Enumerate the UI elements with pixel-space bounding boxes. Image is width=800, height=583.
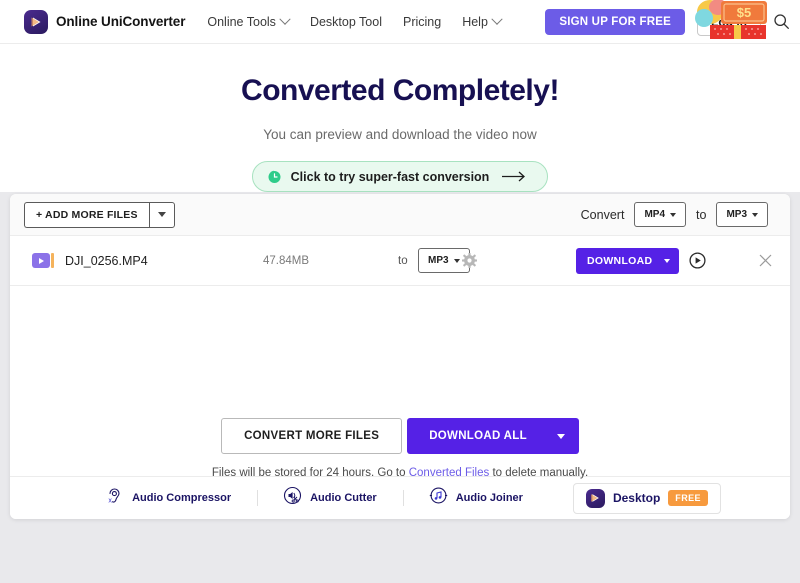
storage-note-prefix: Files will be stored for 24 hours. Go to bbox=[211, 467, 409, 479]
target-format-value: MP3 bbox=[726, 209, 747, 220]
convert-label: Convert bbox=[580, 207, 625, 222]
svg-text:x: x bbox=[108, 497, 112, 504]
video-thumbnail-icon bbox=[32, 253, 54, 268]
conversion-card: + ADD MORE FILES Convert MP4 to MP3 DJI_… bbox=[10, 194, 790, 519]
download-all-button[interactable]: DOWNLOAD ALL bbox=[407, 418, 579, 454]
nav-label: Desktop Tool bbox=[309, 14, 382, 29]
site-header: Online UniConverter Online Tools Desktop… bbox=[0, 0, 800, 44]
desktop-app-logo-icon bbox=[585, 488, 605, 508]
converted-files-link[interactable]: Converted Files bbox=[409, 467, 490, 479]
row-to-label: to bbox=[398, 254, 408, 267]
chevron-down-icon bbox=[453, 258, 460, 263]
desktop-label: Desktop bbox=[612, 491, 661, 505]
desktop-app-promo[interactable]: Desktop FREE bbox=[572, 482, 721, 514]
clock-icon bbox=[267, 169, 282, 184]
play-circle-icon[interactable] bbox=[689, 252, 706, 269]
free-badge: FREE bbox=[668, 490, 708, 506]
tool-label: Audio Joiner bbox=[455, 492, 523, 504]
search-icon[interactable] bbox=[773, 13, 790, 30]
file-size: 47.84MB bbox=[263, 254, 310, 267]
nav-label: Help bbox=[462, 14, 488, 29]
nav-item-pricing[interactable]: Pricing bbox=[403, 15, 441, 29]
chevron-down-icon bbox=[157, 212, 166, 217]
arrow-right-icon bbox=[502, 171, 528, 182]
download-all-label: DOWNLOAD ALL bbox=[429, 430, 527, 442]
svg-text:$5: $5 bbox=[737, 5, 751, 20]
to-label: to bbox=[696, 207, 707, 222]
chevron-down-icon bbox=[670, 212, 676, 217]
speaker-scissors-icon bbox=[283, 486, 302, 510]
chevron-down-icon bbox=[752, 212, 758, 217]
tool-label: Audio Cutter bbox=[310, 492, 377, 504]
target-format-select[interactable]: MP3 bbox=[716, 202, 768, 227]
add-files-dropdown-button[interactable] bbox=[148, 201, 175, 228]
fast-conversion-label: Click to try super-fast conversion bbox=[290, 169, 490, 184]
download-label: DOWNLOAD bbox=[587, 254, 653, 267]
convert-more-files-button[interactable]: CONVERT MORE FILES bbox=[221, 418, 403, 454]
chevron-down-icon bbox=[664, 258, 671, 263]
table-row: DJI_0256.MP4 47.84MB to MP3 DOWNLOAD bbox=[10, 236, 790, 286]
row-output-format-value: MP3 bbox=[428, 255, 449, 266]
download-button[interactable]: DOWNLOAD bbox=[576, 247, 680, 274]
card-toolbar: + ADD MORE FILES Convert MP4 to MP3 bbox=[10, 194, 790, 236]
storage-note-suffix: to delete manually. bbox=[489, 467, 589, 479]
add-more-files-button[interactable]: + ADD MORE FILES bbox=[24, 201, 149, 228]
nav-item-help[interactable]: Help bbox=[462, 13, 503, 29]
nav-label: Online Tools bbox=[207, 14, 276, 29]
source-format-value: MP4 bbox=[644, 209, 665, 220]
promo-gift-banner[interactable]: $5 bbox=[694, 0, 772, 40]
card-body: CONVERT MORE FILES DOWNLOAD ALL Files wi… bbox=[10, 286, 790, 479]
app-logo-icon bbox=[24, 9, 48, 34]
chevron-down-icon bbox=[556, 433, 565, 439]
tool-audio-compressor[interactable]: x Audio Compressor bbox=[79, 486, 257, 510]
chevron-down-icon bbox=[491, 13, 503, 25]
music-note-circle-icon bbox=[429, 486, 448, 510]
signup-button[interactable]: SIGN UP FOR FREE bbox=[545, 8, 685, 35]
hero-section: Converted Completely! You can preview an… bbox=[0, 44, 800, 192]
main-nav: Online Tools Desktop Tool Pricing Help bbox=[207, 13, 503, 29]
play-icon bbox=[39, 257, 44, 264]
footer-tools: x Audio Compressor Audio Cutter Audio Jo… bbox=[10, 476, 790, 519]
page-subtitle: You can preview and download the video n… bbox=[263, 127, 537, 142]
gear-icon[interactable] bbox=[462, 253, 477, 268]
nav-item-desktop-tool[interactable]: Desktop Tool bbox=[310, 15, 382, 29]
row-download-group: DOWNLOAD bbox=[576, 247, 706, 274]
brand-name: Online UniConverter bbox=[56, 14, 186, 29]
ear-compressor-icon: x bbox=[105, 486, 124, 510]
tool-audio-cutter[interactable]: Audio Cutter bbox=[257, 486, 403, 510]
tool-audio-joiner[interactable]: Audio Joiner bbox=[403, 486, 549, 510]
nav-label: Pricing bbox=[402, 14, 442, 29]
fast-conversion-banner[interactable]: Click to try super-fast conversion bbox=[251, 161, 549, 192]
chevron-down-icon bbox=[279, 13, 291, 25]
page-title: Converted Completely! bbox=[241, 74, 559, 107]
convert-format-group: Convert MP4 to MP3 bbox=[581, 202, 768, 227]
card-actions: CONVERT MORE FILES DOWNLOAD ALL Files wi… bbox=[10, 286, 790, 479]
source-format-select[interactable]: MP4 bbox=[634, 202, 686, 227]
tool-label: Audio Compressor bbox=[132, 492, 232, 504]
close-icon[interactable] bbox=[759, 254, 772, 267]
file-name: DJI_0256.MP4 bbox=[65, 253, 148, 268]
add-files-group: + ADD MORE FILES bbox=[24, 201, 175, 228]
actions-row: CONVERT MORE FILES DOWNLOAD ALL bbox=[10, 418, 790, 454]
brand[interactable]: Online UniConverter bbox=[24, 9, 186, 34]
nav-item-online-tools[interactable]: Online Tools bbox=[207, 13, 291, 29]
